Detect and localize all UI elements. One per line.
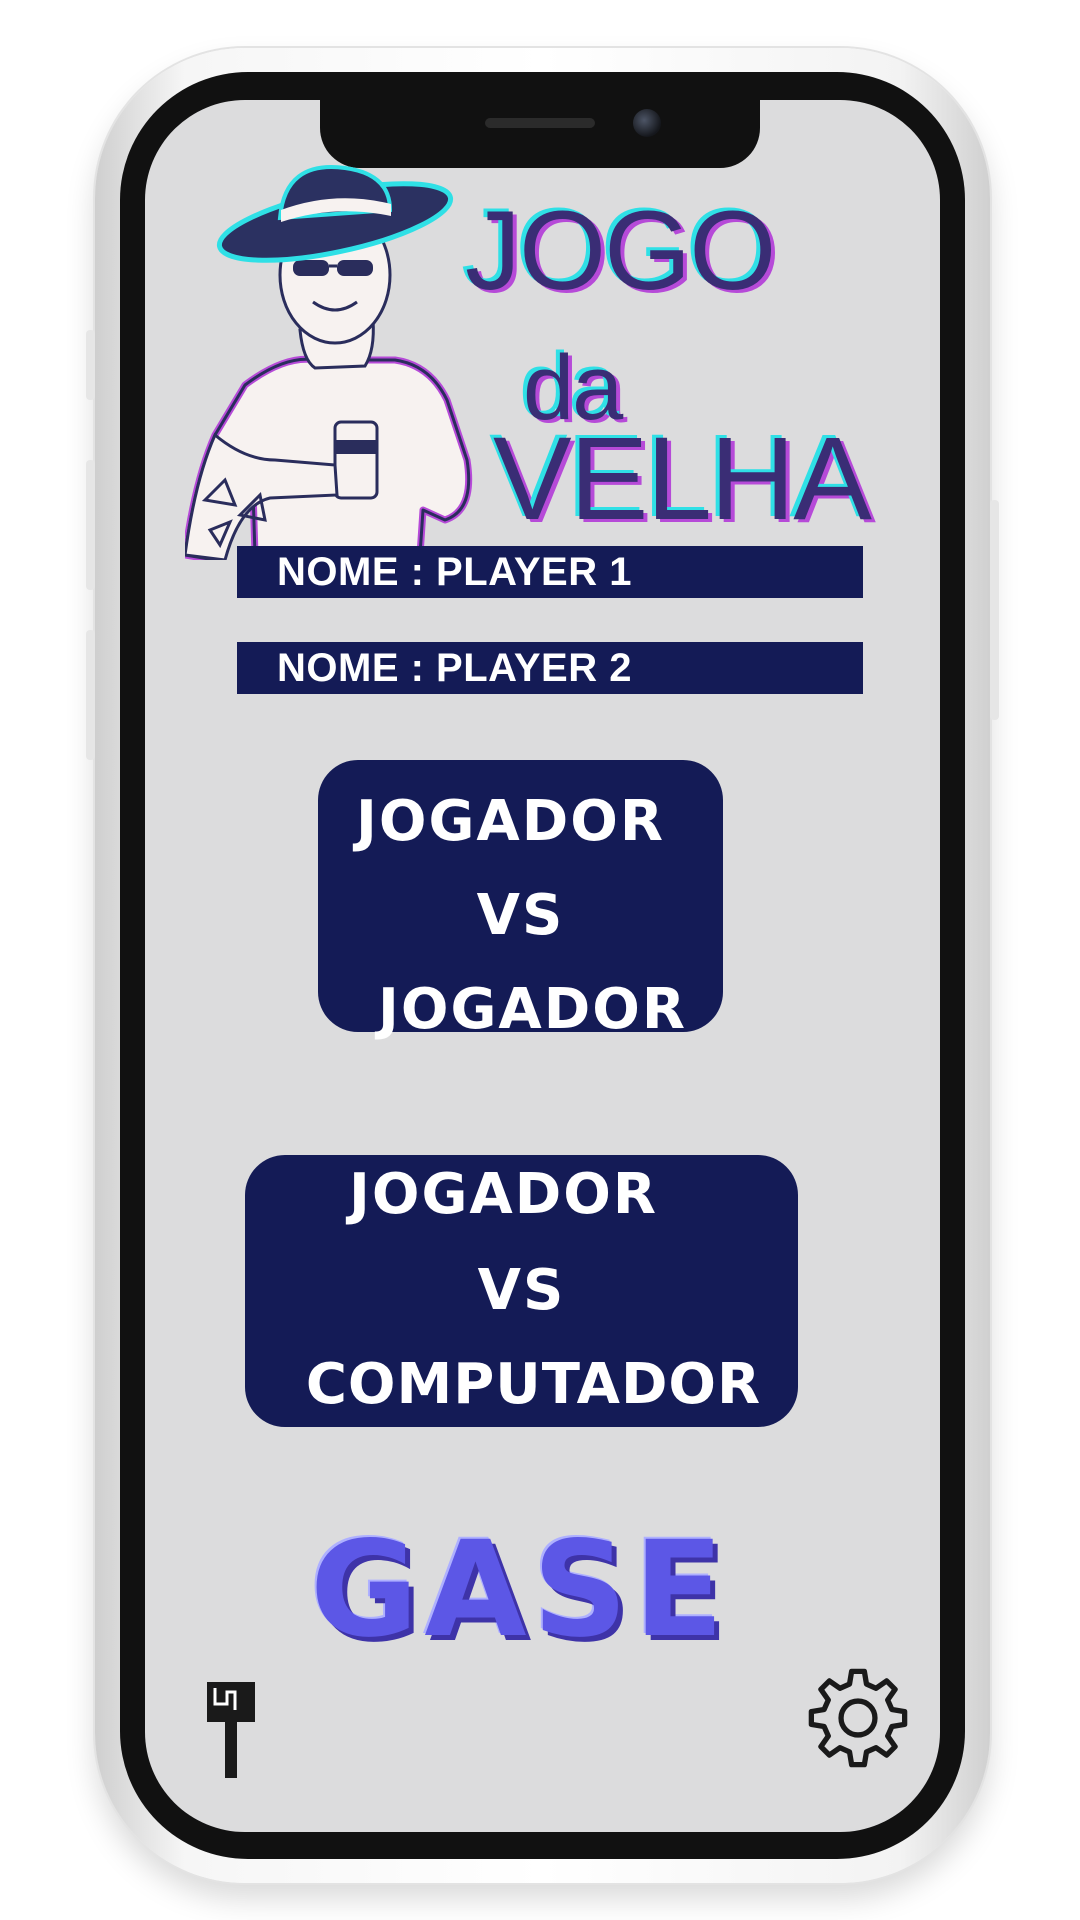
power-button bbox=[990, 500, 999, 720]
volume-up-button bbox=[86, 460, 95, 590]
player-1-name-field[interactable]: NOME : PLAYER 1 bbox=[237, 546, 863, 598]
pvc-line-3: COMPUTADOR bbox=[305, 1352, 762, 1417]
volume-down-button bbox=[86, 630, 95, 760]
player-2-name-field[interactable]: NOME : PLAYER 2 bbox=[237, 642, 863, 694]
speaker-grill bbox=[485, 118, 595, 128]
gear-icon[interactable] bbox=[805, 1665, 911, 1771]
player-vs-computer-button[interactable]: JOGADOR VS COMPUTADOR bbox=[245, 1155, 798, 1427]
pvc-line-2: VS bbox=[477, 1258, 566, 1323]
front-camera bbox=[633, 109, 661, 137]
pvp-line-2: VS bbox=[476, 883, 565, 948]
pvp-line-3: JOGADOR bbox=[378, 977, 687, 1042]
old-lady-illustration bbox=[185, 165, 473, 560]
mute-switch bbox=[86, 330, 95, 400]
player-vs-player-button[interactable]: JOGADOR VS JOGADOR bbox=[318, 760, 723, 1040]
logo-title-jogo: JOGO bbox=[465, 188, 776, 313]
pvc-line-1: JOGADOR bbox=[349, 1162, 658, 1227]
player-1-name-label: NOME : PLAYER 1 bbox=[277, 550, 632, 594]
app-screen: JOGO da VELHA NOME : PLAYER 1 NOME : PLA… bbox=[145, 100, 940, 1832]
logo-title-velha: VELHA bbox=[493, 413, 872, 545]
brand-name: GASE bbox=[310, 1513, 730, 1667]
pvp-line-1: JOGADOR bbox=[356, 789, 665, 854]
paint-brush-icon[interactable] bbox=[205, 1680, 257, 1780]
player-2-name-label: NOME : PLAYER 2 bbox=[277, 646, 632, 690]
gase-brand-logo: GASE bbox=[310, 1520, 730, 1660]
notch bbox=[320, 100, 760, 168]
